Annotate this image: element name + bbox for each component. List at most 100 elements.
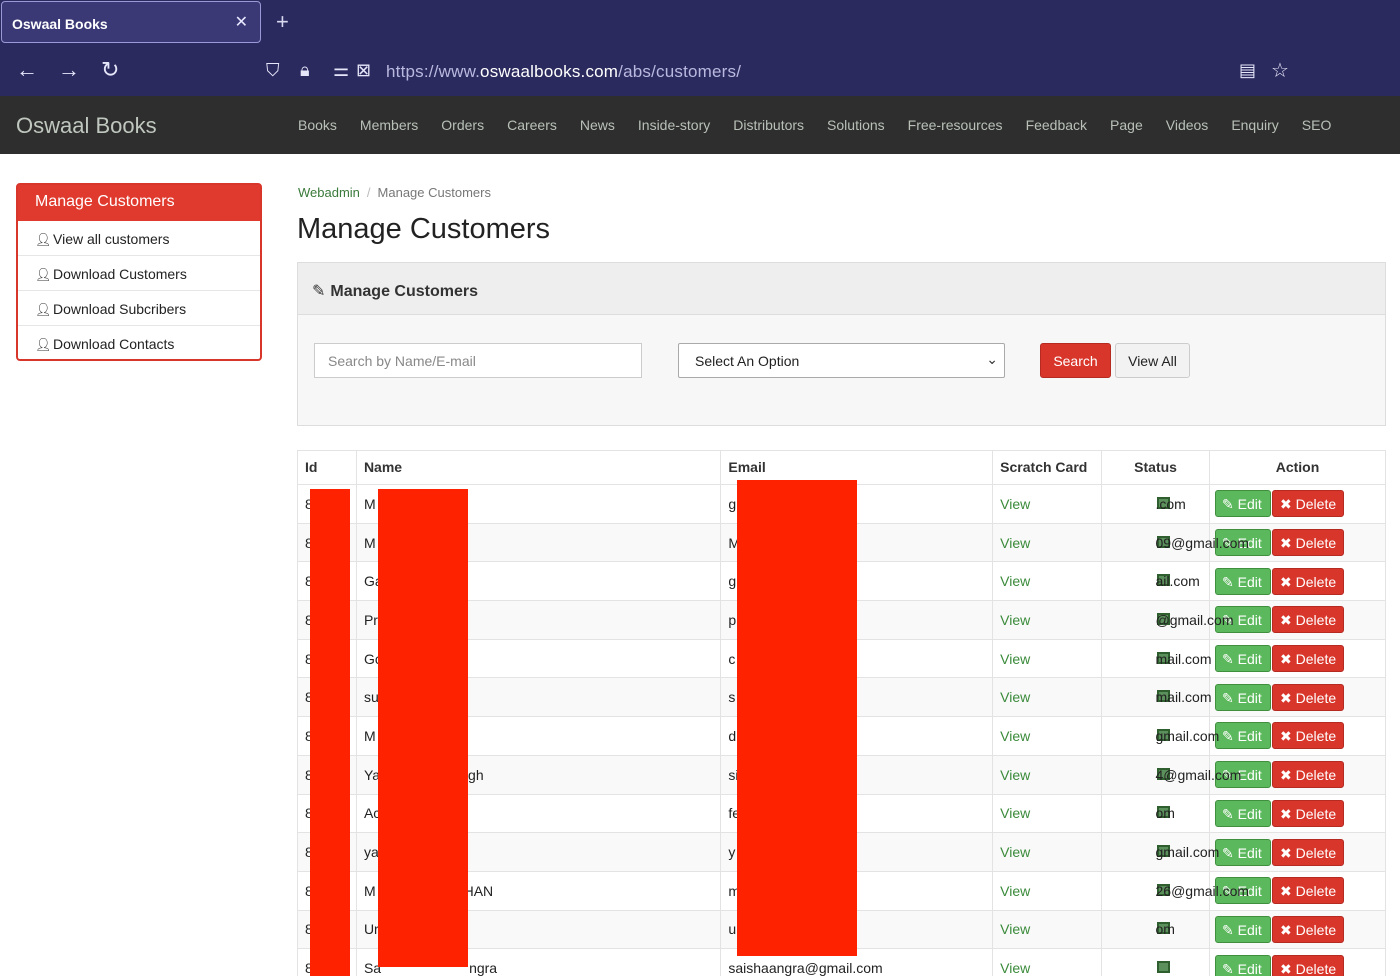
delete-button[interactable]: ✖ Delete [1272, 490, 1345, 518]
nav-orders[interactable]: Orders [441, 117, 484, 133]
delete-x-icon: ✖ [1280, 921, 1296, 938]
view-link[interactable]: View [1000, 883, 1030, 899]
delete-label: Delete [1295, 805, 1337, 822]
reader-view-icon[interactable]: ▤ [1239, 60, 1256, 81]
edit-label: Edit [1237, 728, 1262, 745]
lock-icon[interactable]: 🔒︎ [300, 60, 310, 81]
nav-distributors[interactable]: Distributors [733, 117, 804, 133]
view-link[interactable]: View [1000, 921, 1030, 937]
forward-arrow-icon[interactable]: → [58, 58, 80, 82]
nav-books[interactable]: Books [298, 117, 337, 133]
delete-button[interactable]: ✖ Delete [1272, 606, 1345, 634]
bookmark-star-icon[interactable]: ☆ [1271, 58, 1289, 83]
close-tab-icon[interactable]: ✕ [235, 12, 248, 32]
reload-icon[interactable]: ↻ [101, 58, 119, 82]
view-link[interactable]: View [1000, 573, 1030, 589]
delete-button[interactable]: ✖ Delete [1272, 954, 1345, 976]
sidebar-item-download-subscribers[interactable]: 👤︎Download Subcribers [18, 291, 260, 326]
view-link[interactable]: View [1000, 960, 1030, 976]
delete-button[interactable]: ✖ Delete [1272, 529, 1345, 557]
delete-button[interactable]: ✖ Delete [1272, 645, 1345, 673]
new-tab-icon[interactable]: + [276, 9, 289, 35]
nav-free-resources[interactable]: Free-resources [908, 117, 1003, 133]
delete-x-icon: ✖ [1280, 844, 1296, 861]
header-id: Id [297, 450, 357, 485]
edit-button[interactable]: ✎ Edit [1215, 722, 1272, 750]
edit-button[interactable]: ✎ Edit [1215, 915, 1272, 943]
edit-button[interactable]: ✎ Edit [1215, 567, 1272, 595]
delete-label: Delete [1295, 573, 1337, 590]
delete-label: Delete [1295, 921, 1337, 938]
tracking-shield-icon[interactable]: ⛉ [266, 60, 280, 81]
nav-seo[interactable]: SEO [1302, 117, 1332, 133]
edit-button[interactable]: ✎ Edit [1215, 799, 1272, 827]
breadcrumb: Webadmin / Manage Customers [298, 185, 491, 200]
nav-enquiry[interactable]: Enquiry [1231, 117, 1278, 133]
nav-videos[interactable]: Videos [1166, 117, 1209, 133]
view-link[interactable]: View [1000, 805, 1030, 821]
delete-button[interactable]: ✖ Delete [1272, 567, 1345, 595]
url-domain: oswaalbooks.com [480, 62, 619, 81]
sidebar-item-download-contacts[interactable]: 👤︎Download Contacts [18, 326, 260, 361]
nav-members[interactable]: Members [360, 117, 418, 133]
view-all-button[interactable]: View All [1115, 343, 1190, 378]
sidebar-item-view-all-customers[interactable]: 👤︎View all customers [18, 221, 260, 256]
address-bar[interactable]: https://www.oswaalbooks.com/abs/customer… [386, 62, 741, 82]
delete-label: Delete [1295, 612, 1337, 629]
delete-x-icon: ✖ [1280, 883, 1296, 900]
status-checkbox-icon[interactable] [1157, 961, 1171, 974]
view-link[interactable]: View [1000, 651, 1030, 667]
edit-button[interactable]: ✎ Edit [1215, 645, 1272, 673]
customer-name: su [363, 689, 379, 706]
nav-page[interactable]: Page [1110, 117, 1143, 133]
cell-status [1101, 948, 1211, 976]
delete-button[interactable]: ✖ Delete [1272, 722, 1345, 750]
nav-careers[interactable]: Careers [507, 117, 557, 133]
delete-button[interactable]: ✖ Delete [1272, 799, 1345, 827]
search-input[interactable]: Search by Name/E-mail [314, 343, 642, 378]
edit-button[interactable]: ✎ Edit [1215, 490, 1272, 518]
customer-email-start: p [728, 611, 737, 628]
delete-label: Delete [1295, 960, 1337, 976]
delete-button[interactable]: ✖ Delete [1272, 761, 1345, 789]
permissions-icon[interactable]: ⚌ [333, 60, 349, 81]
screen-share-icon[interactable]: ⊠ [356, 60, 371, 81]
browser-tab[interactable]: Oswaal Books ✕ [1, 1, 261, 43]
customer-name-end: gh [468, 766, 484, 783]
delete-button[interactable]: ✖ Delete [1272, 877, 1345, 905]
view-link[interactable]: View [1000, 767, 1030, 783]
nav-inside-story[interactable]: Inside-story [638, 117, 710, 133]
edit-icon: ✎ [1222, 651, 1238, 668]
delete-button[interactable]: ✖ Delete [1272, 838, 1345, 866]
view-link[interactable]: View [1000, 612, 1030, 628]
cell-scratch-card: View [992, 561, 1103, 602]
cell-scratch-card: View [992, 793, 1103, 834]
back-arrow-icon[interactable]: ← [16, 58, 38, 82]
delete-x-icon: ✖ [1280, 651, 1296, 668]
view-link[interactable]: View [1000, 728, 1030, 744]
option-select[interactable]: Select An Option ⌄ [678, 343, 1005, 378]
delete-button[interactable]: ✖ Delete [1272, 915, 1345, 943]
edit-button[interactable]: ✎ Edit [1215, 683, 1272, 711]
sidebar-item-download-customers[interactable]: 👤︎Download Customers [18, 256, 260, 291]
delete-x-icon: ✖ [1280, 535, 1296, 552]
search-button[interactable]: Search [1040, 343, 1111, 378]
view-link[interactable]: View [1000, 535, 1030, 551]
header-status: Status [1101, 450, 1211, 485]
cell-action: ✎ Edit ✖ Delete [1209, 600, 1386, 640]
delete-button[interactable]: ✖ Delete [1272, 683, 1345, 711]
edit-button[interactable]: ✎ Edit [1215, 954, 1272, 976]
edit-button[interactable]: ✎ Edit [1215, 838, 1272, 866]
view-link[interactable]: View [1000, 844, 1030, 860]
chevron-down-icon: ⌄ [986, 351, 998, 367]
redaction-block-email [737, 480, 857, 956]
view-link[interactable]: View [1000, 689, 1030, 705]
nav-solutions[interactable]: Solutions [827, 117, 885, 133]
breadcrumb-webadmin[interactable]: Webadmin [298, 185, 360, 200]
sidebar-heading[interactable]: Manage Customers [18, 185, 260, 221]
edit-icon: ✎ [1222, 689, 1238, 706]
view-link[interactable]: View [1000, 496, 1030, 512]
nav-news[interactable]: News [580, 117, 615, 133]
nav-feedback[interactable]: Feedback [1026, 117, 1087, 133]
site-brand[interactable]: Oswaal Books [16, 113, 157, 139]
